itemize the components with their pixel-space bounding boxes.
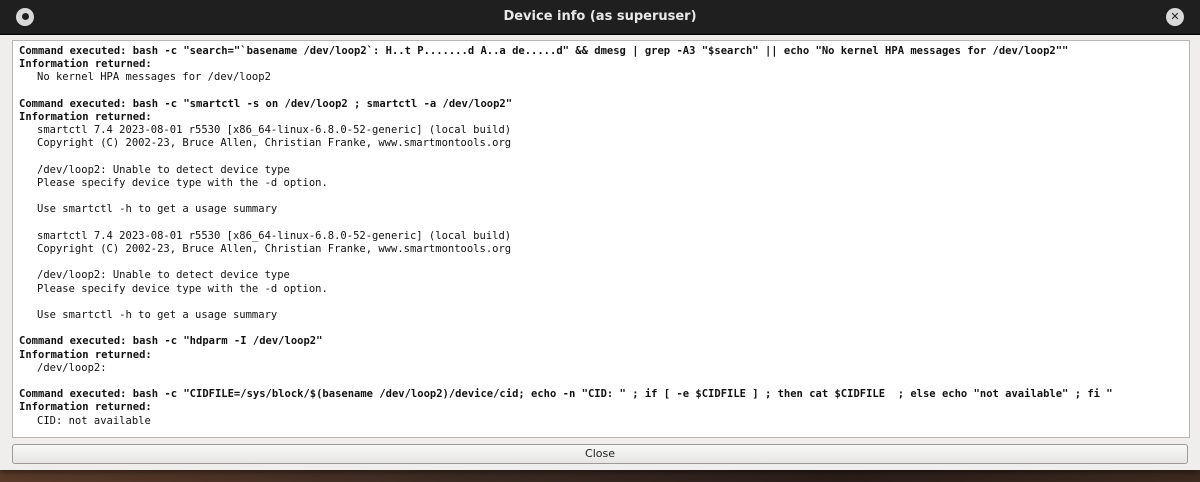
window-close-button[interactable]: ✕	[1166, 8, 1184, 26]
info-label: Information returned:	[19, 348, 152, 361]
title-bar: Device info (as superuser) ✕	[0, 0, 1200, 35]
command-log: Command executed: bash -c "search="`base…	[13, 41, 1189, 437]
output-text-area[interactable]: Command executed: bash -c "search="`base…	[12, 40, 1190, 438]
command-entry: Command executed: bash -c "search="`base…	[19, 45, 1183, 85]
command-output: /dev/loop2:	[37, 361, 107, 374]
button-bar: Close	[12, 444, 1188, 464]
command-entry: Command executed: bash -c "hdparm -I /de…	[19, 335, 1183, 375]
close-icon: ✕	[1170, 10, 1180, 23]
info-label: Information returned:	[19, 58, 152, 71]
command-entry: Command executed: bash -c "smartctl -s o…	[19, 98, 1183, 322]
command-entry: Command executed: bash -c "CIDFILE=/sys/…	[19, 388, 1183, 428]
command-line: Command executed: bash -c "hdparm -I /de…	[19, 335, 323, 348]
device-info-window: Device info (as superuser) ✕ Command exe…	[0, 0, 1200, 470]
command-line: Command executed: bash -c "smartctl -s o…	[19, 97, 513, 110]
command-output: CID: not available	[37, 414, 151, 427]
info-label: Information returned:	[19, 111, 152, 123]
command-output: No kernel HPA messages for /dev/loop2	[37, 71, 271, 84]
window-title: Device info (as superuser)	[503, 9, 697, 24]
close-button[interactable]: Close	[12, 444, 1188, 464]
command-output: smartctl 7.4 2023-08-01 r5530 [x86_64-li…	[37, 124, 512, 322]
command-line: Command executed: bash -c "search="`base…	[19, 45, 1069, 57]
info-label: Information returned:	[19, 401, 152, 414]
command-line: Command executed: bash -c "CIDFILE=/sys/…	[19, 388, 1113, 401]
